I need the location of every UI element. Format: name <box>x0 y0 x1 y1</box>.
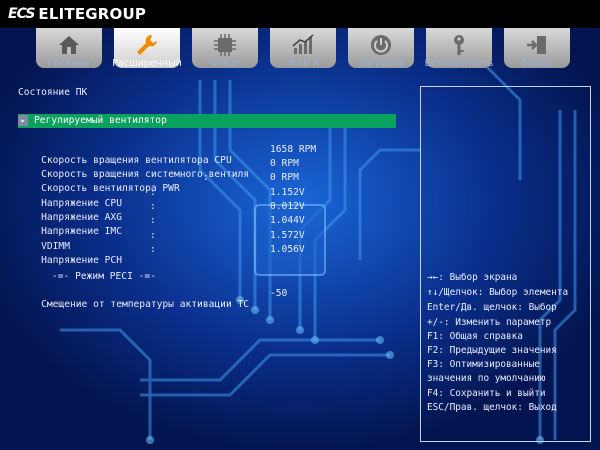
row-value: 1.152V <box>270 187 305 198</box>
power-icon <box>371 35 391 55</box>
exit-icon <box>527 36 546 54</box>
top-bar: ECS ELITEGROUP <box>0 0 600 28</box>
row-colon: : <box>203 172 209 183</box>
row-value: 0 RPM <box>270 172 299 183</box>
tab-security[interactable]: Безопасность <box>420 28 498 74</box>
row-value: 1.572V <box>270 230 305 241</box>
row-colon: : <box>150 187 156 198</box>
brand-name: ELITEGROUP <box>38 5 147 23</box>
tab-chipset[interactable]: Чипсет <box>186 28 264 74</box>
tab-label: Выход <box>520 58 554 69</box>
help-line: значения по умолчанию <box>427 373 546 384</box>
help-line: F1: Общая справка <box>427 331 523 342</box>
help-line: +/-: Изменить параметр <box>427 317 552 328</box>
tab-label: Расширенный <box>112 58 182 69</box>
row-colon: : <box>150 230 156 241</box>
help-line: ↑↓/Щелчок: Выбор элемента <box>427 287 569 298</box>
help-line: →←: Выбор экрана <box>427 272 518 283</box>
help-line: Enter/Дв. щелчок: Выбор <box>427 302 557 313</box>
tc-activation-offset-row[interactable]: Смещение от температуры активации TC -50 <box>18 288 287 332</box>
tab-label: Чипсет <box>207 58 243 69</box>
row-colon: : <box>150 201 156 212</box>
help-line: F2: Предыдущие значения <box>427 345 557 356</box>
tab-main[interactable]: Главные <box>30 28 108 74</box>
tab-mib[interactable]: M.I.B X <box>264 28 342 74</box>
chart-icon <box>292 34 314 54</box>
row-value: 1.056V <box>270 244 305 255</box>
tab-label: M.I.B X <box>286 58 320 69</box>
help-line: ESC/Прав. щелчок: Выход <box>427 402 557 413</box>
brand-mark: ECS <box>8 6 35 22</box>
help-panel: →←: Выбор экрана ↑↓/Щелчок: Выбор элемен… <box>420 86 591 442</box>
tab-label: Безопасность <box>424 58 494 69</box>
fan-control-submenu[interactable]: ▸ Регулируемый вентилятор <box>18 114 396 128</box>
section-title: Состояние ПК <box>18 87 88 98</box>
tab-exit[interactable]: Выход <box>498 28 576 74</box>
chip-icon <box>214 34 236 56</box>
main-panel: Состояние ПК ▸ Регулируемый вентилятор С… <box>0 80 410 440</box>
tab-label: Загрузка <box>358 58 404 69</box>
submenu-arrow-icon: ▸ <box>18 115 28 126</box>
help-line: F4: Сохранить и выйти <box>427 388 546 399</box>
row-colon: : <box>150 244 156 255</box>
tab-bar: Главные Расширенный Чипсет M.I.B X Загру… <box>0 28 600 76</box>
submenu-label: Регулируемый вентилятор <box>34 115 167 126</box>
row-value: 0.012V <box>270 201 305 212</box>
row-value: 0 RPM <box>270 158 299 169</box>
row-value: 1.044V <box>270 215 305 226</box>
home-icon <box>59 36 79 54</box>
row-label: Смещение от температуры активации TC <box>41 299 250 310</box>
row-value: 1658 RPM <box>270 144 317 155</box>
tab-boot[interactable]: Загрузка <box>342 28 420 74</box>
brand-logo: ECS ELITEGROUP <box>8 4 146 24</box>
row-label: Напряжение PCH <box>41 255 122 266</box>
row-colon: : <box>150 215 156 226</box>
tab-advanced[interactable]: Расширенный <box>108 28 186 74</box>
row-value: -50 <box>270 288 288 299</box>
peci-mode-title: -=- Режим PECI -=- <box>52 271 156 282</box>
tab-label: Главные <box>47 58 91 69</box>
wrench-icon <box>137 35 157 55</box>
help-line: F3: Оптимизированные <box>427 359 540 370</box>
key-icon <box>454 35 464 55</box>
